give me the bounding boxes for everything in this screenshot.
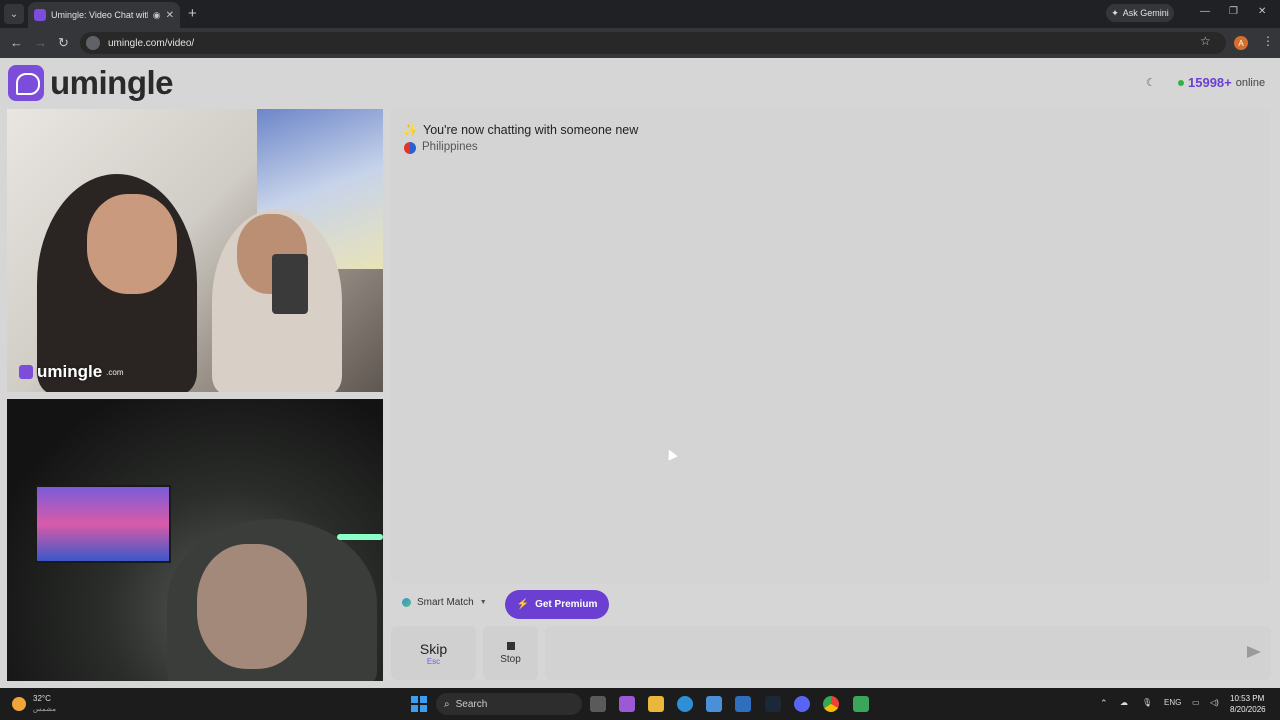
app-icon[interactable] xyxy=(853,696,869,712)
copilot-icon[interactable] xyxy=(619,696,635,712)
language-indicator[interactable]: ENG xyxy=(1164,698,1181,707)
online-count: 15998+ xyxy=(1188,75,1232,90)
get-premium-button[interactable]: ⚡ Get Premium xyxy=(505,590,609,619)
chat-status-message: You're now chatting with someone new xyxy=(423,123,639,137)
weather-temperature: 32°C xyxy=(33,694,51,703)
stop-label: Stop xyxy=(500,653,521,665)
windows-taskbar: 32°C مشمس ⌕ Search ⌃ ☁ 🎙 ENG ▭ ◁) 10:53 … xyxy=(0,688,1280,720)
logo-text: umingle xyxy=(50,64,174,101)
skip-label: Skip xyxy=(419,640,448,657)
self-video xyxy=(7,399,383,681)
video-watermark: umingle .com xyxy=(19,362,124,382)
restore-window-button[interactable]: ❐ xyxy=(1229,6,1238,17)
stop-square-icon xyxy=(506,641,515,650)
chat-panel: ✨ You're now chatting with someone new P… xyxy=(391,109,1270,583)
bookmark-star-icon[interactable]: ☆ xyxy=(1200,34,1211,48)
umingle-page: umingle ☾ 15998+ online umingle .com ✨ Y… xyxy=(0,58,1280,688)
background-monitor xyxy=(35,485,171,563)
stranger-face-1 xyxy=(87,194,177,294)
windows-start-icon[interactable] xyxy=(411,696,427,712)
search-label: Search xyxy=(455,698,488,710)
tab-search-button[interactable]: ⌄ xyxy=(4,4,24,24)
browser-toolbar: ← → ↻ umingle.com/video/ ☆ A ⋮ xyxy=(0,28,1280,58)
clock-time[interactable]: 10:53 PM xyxy=(1230,694,1264,703)
cloud-icon[interactable]: ☁ xyxy=(1120,698,1128,707)
stranger-video: umingle .com xyxy=(7,109,383,392)
online-status-dot xyxy=(1178,79,1184,86)
caret-down-icon: ▼ xyxy=(479,599,487,606)
skip-button[interactable]: Skip Esc xyxy=(391,626,476,680)
chat-bubble-logo-icon xyxy=(8,65,44,101)
network-icon[interactable]: ▭ xyxy=(1192,698,1200,707)
microsoft-store-icon[interactable] xyxy=(706,696,722,712)
umingle-favicon-icon xyxy=(34,9,46,21)
skip-shortcut-hint: Esc xyxy=(426,656,441,666)
task-view-icon[interactable] xyxy=(590,696,606,712)
new-tab-button[interactable]: + xyxy=(188,5,197,22)
country-flag-icon xyxy=(404,142,416,154)
reload-button[interactable]: ↻ xyxy=(58,35,69,51)
online-label: online xyxy=(1235,76,1266,89)
headset-light xyxy=(337,534,383,540)
lightning-icon: ⚡ xyxy=(516,599,530,610)
audio-playing-icon[interactable]: ◉ xyxy=(153,10,161,21)
discord-icon[interactable] xyxy=(794,696,810,712)
back-button[interactable]: ← xyxy=(10,35,23,50)
url-text: umingle.com/video/ xyxy=(108,37,195,49)
ask-gemini-button[interactable]: ✦ Ask Gemini xyxy=(1106,4,1174,22)
steam-icon[interactable] xyxy=(765,696,781,712)
tab-title: Umingle: Video Chat with S xyxy=(51,10,148,20)
microphone-icon[interactable]: 🎙 xyxy=(1142,698,1152,707)
ask-gemini-label: Ask Gemini xyxy=(1122,8,1169,18)
globe-icon xyxy=(402,598,411,607)
site-info-icon[interactable] xyxy=(86,36,100,50)
browser-tab[interactable]: Umingle: Video Chat with S ◉ ✕ xyxy=(28,2,180,28)
profile-avatar[interactable]: A xyxy=(1234,36,1248,50)
smart-match-label: Smart Match xyxy=(417,597,474,608)
close-window-button[interactable]: ✕ xyxy=(1258,6,1266,17)
watermark-logo-icon xyxy=(19,365,33,379)
weather-description: مشمس xyxy=(33,706,56,713)
get-premium-label: Get Premium xyxy=(535,599,598,610)
show-hidden-icons-chevron-icon[interactable]: ⌃ xyxy=(1100,698,1108,709)
phone xyxy=(272,254,308,314)
browser-tab-bar: ⌄ Umingle: Video Chat with S ◉ ✕ + ✦ Ask… xyxy=(0,0,1280,28)
sparkle-icon: ✨ xyxy=(403,123,418,137)
address-bar[interactable]: umingle.com/video/ xyxy=(80,32,1226,54)
chrome-icon[interactable] xyxy=(823,696,839,712)
watermark-suffix: .com xyxy=(106,367,124,377)
send-icon[interactable] xyxy=(1247,646,1261,658)
file-explorer-icon[interactable] xyxy=(648,696,664,712)
sun-icon[interactable] xyxy=(12,697,26,711)
volume-icon[interactable]: ◁) xyxy=(1210,698,1219,707)
minimize-window-button[interactable]: — xyxy=(1200,6,1210,17)
message-input[interactable] xyxy=(545,626,1271,680)
online-counter: 15998+ online xyxy=(1178,75,1265,90)
browser-menu-icon[interactable]: ⋮ xyxy=(1262,34,1274,48)
stop-button[interactable]: Stop xyxy=(483,626,538,680)
site-logo[interactable]: umingle xyxy=(8,64,174,102)
outlook-icon[interactable] xyxy=(735,696,751,712)
clock-date[interactable]: 8/20/2026 xyxy=(1230,705,1266,714)
search-icon: ⌕ xyxy=(444,698,450,710)
forward-button[interactable]: → xyxy=(34,35,47,50)
taskbar-search[interactable]: ⌕ Search xyxy=(436,693,582,715)
edge-browser-icon[interactable] xyxy=(677,696,693,712)
smart-match-dropdown[interactable]: Smart Match ▼ xyxy=(402,597,487,608)
partner-country: Philippines xyxy=(422,141,478,153)
moon-icon[interactable]: ☾ xyxy=(1146,76,1156,89)
gemini-sparkle-icon: ✦ xyxy=(1111,7,1119,18)
self-face xyxy=(197,544,307,669)
close-tab-icon[interactable]: ✕ xyxy=(166,10,174,21)
watermark-text: umingle xyxy=(37,362,103,381)
